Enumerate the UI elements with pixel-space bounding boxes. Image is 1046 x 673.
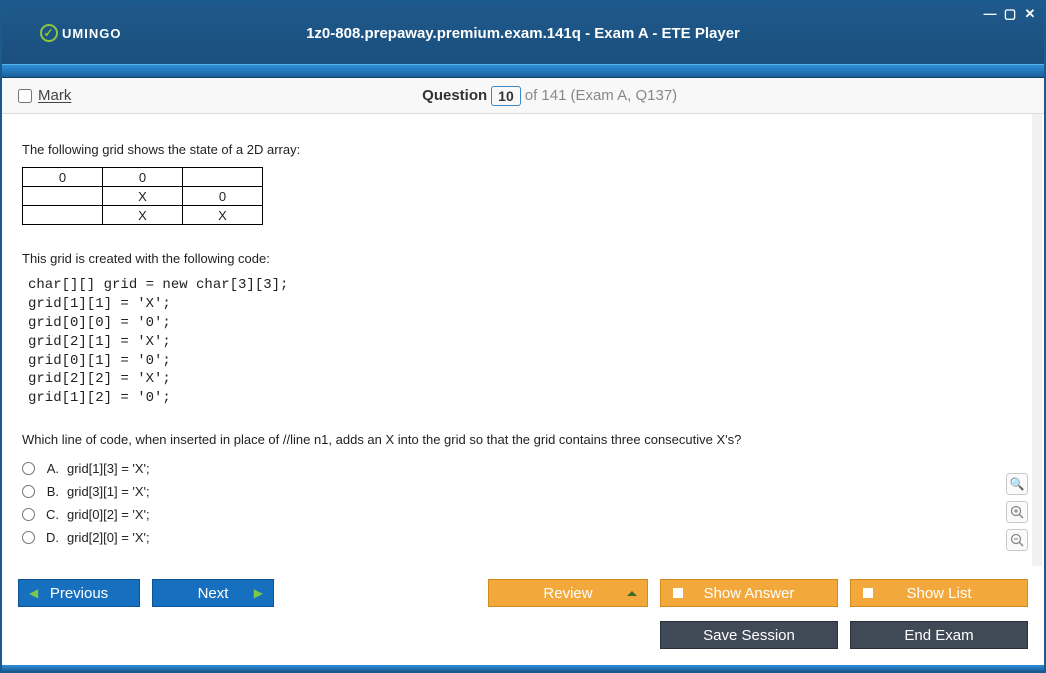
close-icon[interactable]: ✕ xyxy=(1022,6,1038,22)
answer-radio[interactable] xyxy=(22,462,35,475)
check-icon xyxy=(40,24,58,42)
chevron-right-icon: ▶ xyxy=(254,586,263,600)
answer-radio[interactable] xyxy=(22,508,35,521)
answer-list: A. grid[1][3] = 'X'; B. grid[3][1] = 'X'… xyxy=(22,461,1024,545)
question-total: of 141 xyxy=(525,87,567,104)
mark-checkbox-wrap[interactable]: Mark xyxy=(18,87,71,104)
review-button[interactable]: Review xyxy=(488,579,648,607)
show-list-button[interactable]: Show List xyxy=(850,579,1028,607)
question-intro: The following grid shows the state of a … xyxy=(22,142,1024,157)
window-controls: — ▢ ✕ xyxy=(982,6,1038,22)
answer-radio[interactable] xyxy=(22,531,35,544)
zoom-in-icon[interactable] xyxy=(1006,501,1028,523)
nav-row: ◀ Previous Next ▶ Review Show Answer Sho… xyxy=(4,575,1042,611)
next-button[interactable]: Next ▶ xyxy=(152,579,274,607)
code-block: char[][] grid = new char[3][3]; grid[1][… xyxy=(28,276,1024,408)
session-row: Save Session End Exam xyxy=(4,617,1042,653)
created-with-text: This grid is created with the following … xyxy=(22,251,1024,266)
mark-checkbox[interactable] xyxy=(18,89,32,103)
chevron-left-icon: ◀ xyxy=(29,586,38,600)
question-indicator: Question 10 of 141 (Exam A, Q137) xyxy=(71,86,1028,106)
save-session-button[interactable]: Save Session xyxy=(660,621,838,649)
window-title: 1z0-808.prepaway.premium.exam.141q - Exa… xyxy=(306,25,740,42)
answer-option[interactable]: D. grid[2][0] = 'X'; xyxy=(22,530,1024,545)
brand-logo: UMINGO xyxy=(40,24,121,42)
question-header: Mark Question 10 of 141 (Exam A, Q137) xyxy=(2,78,1044,114)
previous-button[interactable]: ◀ Previous xyxy=(18,579,140,607)
stop-icon xyxy=(673,588,683,598)
answer-radio[interactable] xyxy=(22,485,35,498)
question-prompt: Which line of code, when inserted in pla… xyxy=(22,432,1024,447)
scrollbar[interactable] xyxy=(1032,114,1042,566)
question-content: The following grid shows the state of a … xyxy=(4,114,1042,566)
question-context: (Exam A, Q137) xyxy=(570,87,677,104)
triangle-up-icon xyxy=(627,591,637,596)
accent-band xyxy=(2,64,1044,78)
search-icon[interactable]: 🔍 xyxy=(1006,473,1028,495)
footer-band xyxy=(2,665,1044,671)
show-answer-button[interactable]: Show Answer xyxy=(660,579,838,607)
array-grid: 00 X0 XX xyxy=(22,167,263,225)
end-exam-button[interactable]: End Exam xyxy=(850,621,1028,649)
zoom-tools: 🔍 xyxy=(1006,473,1028,551)
title-bar: UMINGO 1z0-808.prepaway.premium.exam.141… xyxy=(2,2,1044,64)
answer-option[interactable]: C. grid[0][2] = 'X'; xyxy=(22,507,1024,522)
maximize-icon[interactable]: ▢ xyxy=(1002,6,1018,22)
zoom-out-icon[interactable] xyxy=(1006,529,1028,551)
minimize-icon[interactable]: — xyxy=(982,6,998,22)
answer-option[interactable]: B. grid[3][1] = 'X'; xyxy=(22,484,1024,499)
mark-label: Mark xyxy=(38,87,71,104)
answer-option[interactable]: A. grid[1][3] = 'X'; xyxy=(22,461,1024,476)
question-word: Question xyxy=(422,87,487,104)
brand-text: UMINGO xyxy=(62,26,121,41)
stop-icon xyxy=(863,588,873,598)
question-number: 10 xyxy=(491,86,521,106)
